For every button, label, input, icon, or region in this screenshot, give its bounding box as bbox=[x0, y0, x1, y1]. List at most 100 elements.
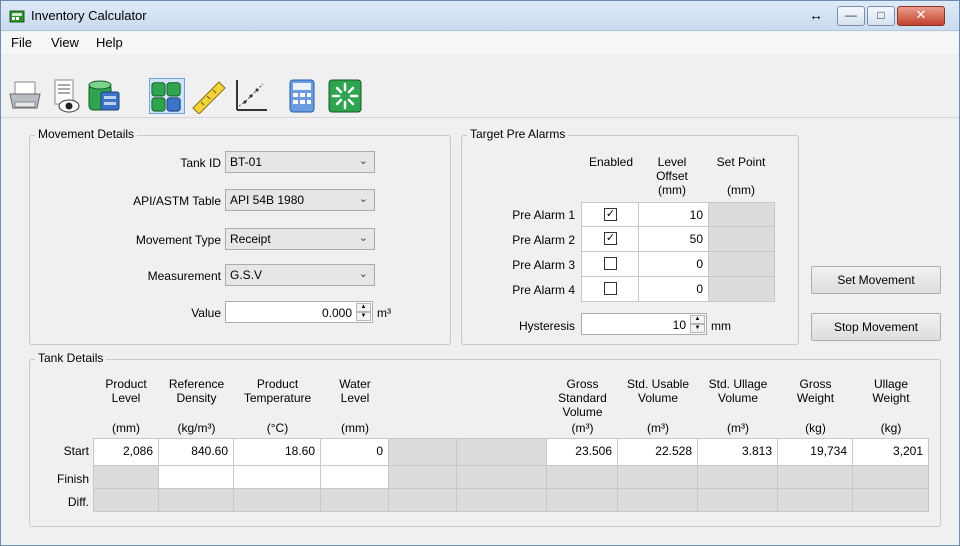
value-input[interactable]: 0.000 bbox=[322, 306, 352, 320]
ruler-icon[interactable] bbox=[191, 78, 227, 115]
pre-alarm-offset-value: 0 bbox=[696, 257, 703, 271]
minimize-button[interactable]: — bbox=[837, 6, 865, 26]
tank-id-label: Tank ID bbox=[180, 156, 221, 170]
tank-table-cell bbox=[778, 489, 853, 512]
tank-table-cell bbox=[234, 489, 321, 512]
calculator-icon[interactable] bbox=[285, 78, 321, 114]
pre-alarm-offset-cell[interactable]: 50 bbox=[639, 227, 709, 252]
pre-alarm-offset-cell[interactable]: 0 bbox=[639, 277, 709, 302]
tank-table-cell bbox=[457, 438, 547, 466]
value-spinner[interactable]: 0.000 ▲ ▼ bbox=[225, 301, 373, 323]
pre-alarm-offset-cell[interactable]: 0 bbox=[639, 252, 709, 277]
app-window: Inventory Calculator ↔ — □ ✕ File View H… bbox=[0, 0, 960, 546]
tank-table-cell[interactable]: 19,734 bbox=[778, 438, 853, 466]
tank-table-cell bbox=[698, 489, 778, 512]
pre-alarm-enabled-checkbox[interactable] bbox=[604, 257, 617, 270]
tank-icon[interactable] bbox=[85, 78, 121, 114]
pre-alarm-enabled-checkbox[interactable]: ✓ bbox=[604, 208, 617, 221]
tank-table-cell bbox=[389, 466, 457, 489]
close-icon: ✕ bbox=[915, 7, 927, 22]
menu-view[interactable]: View bbox=[51, 35, 79, 50]
tank-column-unit: (mm) bbox=[112, 421, 140, 435]
tank-column-header: Std. Ullage Volume bbox=[708, 377, 768, 405]
tank-table-cell[interactable]: 3.813 bbox=[698, 438, 778, 466]
pre-alarm-enabled-cell[interactable] bbox=[581, 252, 639, 277]
tank-table-value: 3,201 bbox=[892, 444, 923, 458]
tank-table-value: 18.60 bbox=[284, 444, 315, 458]
menu-bar: File View Help bbox=[1, 32, 959, 54]
menu-help[interactable]: Help bbox=[96, 35, 123, 50]
movement-type-value: Receipt bbox=[230, 232, 271, 246]
set-movement-button[interactable]: Set Movement bbox=[811, 266, 941, 294]
value-unit: m³ bbox=[377, 306, 391, 320]
stop-movement-button[interactable]: Stop Movement bbox=[811, 313, 941, 341]
spin-down-icon[interactable]: ▼ bbox=[690, 324, 705, 333]
tank-table-cell bbox=[853, 466, 929, 489]
tank-table-cell[interactable]: 840.60 bbox=[159, 438, 234, 466]
tank-table-cell bbox=[778, 466, 853, 489]
tank-table-cell[interactable] bbox=[159, 466, 234, 489]
measurement-select[interactable]: G.S.V ⌄ bbox=[225, 264, 375, 286]
chart-icon[interactable] bbox=[233, 78, 269, 114]
tank-table-cell[interactable] bbox=[321, 466, 389, 489]
pre-alarm-setpoint-cell bbox=[709, 202, 775, 227]
tank-column-unit: (kg) bbox=[805, 421, 826, 435]
tank-column-header: Water Level bbox=[339, 377, 371, 405]
title-bar[interactable]: Inventory Calculator ↔ — □ ✕ bbox=[1, 1, 959, 31]
hysteresis-spinner[interactable]: 10 ▲ ▼ bbox=[581, 313, 707, 335]
target-pre-alarms-label: Target Pre Alarms bbox=[467, 127, 569, 141]
pre-alarm-enabled-cell[interactable]: ✓ bbox=[581, 227, 639, 252]
pre-alarm-enabled-checkbox[interactable]: ✓ bbox=[604, 232, 617, 245]
value-label: Value bbox=[191, 306, 221, 320]
tank-column-unit: (°C) bbox=[266, 421, 289, 435]
tank-table-cell[interactable]: 18.60 bbox=[234, 438, 321, 466]
spin-up-icon[interactable]: ▲ bbox=[356, 303, 371, 312]
menu-file[interactable]: File bbox=[11, 35, 32, 50]
tank-column-header: Product Temperature bbox=[243, 377, 312, 405]
tank-table-cell[interactable]: 23.506 bbox=[547, 438, 618, 466]
movement-type-label: Movement Type bbox=[135, 233, 221, 247]
tank-table-cell[interactable] bbox=[234, 466, 321, 489]
col-level-offset: Level Offset (mm) bbox=[656, 155, 688, 197]
tank-column-unit: (m³) bbox=[727, 421, 749, 435]
resize-icon[interactable]: ↔ bbox=[809, 7, 823, 23]
printer-icon[interactable] bbox=[7, 78, 43, 114]
movement-details-label: Movement Details bbox=[35, 127, 138, 141]
pre-alarm-enabled-checkbox[interactable] bbox=[604, 282, 617, 295]
movement-type-select[interactable]: Receipt ⌄ bbox=[225, 228, 375, 250]
close-button[interactable]: ✕ bbox=[897, 6, 945, 26]
api-table-value: API 54B 1980 bbox=[230, 193, 305, 207]
tank-table-cell[interactable]: 3,201 bbox=[853, 438, 929, 466]
spin-down-icon[interactable]: ▼ bbox=[356, 312, 371, 321]
api-table-select[interactable]: API 54B 1980 ⌄ bbox=[225, 189, 375, 211]
view-report-icon[interactable] bbox=[47, 78, 83, 114]
tank-table-value: 19,734 bbox=[810, 444, 847, 458]
tank-table-cell bbox=[853, 489, 929, 512]
pre-alarm-setpoint-cell bbox=[709, 252, 775, 277]
tank-table-value: 2,086 bbox=[122, 444, 153, 458]
spin-up-icon[interactable]: ▲ bbox=[690, 315, 705, 324]
tank-table-cell bbox=[93, 466, 159, 489]
tank-column-unit: (kg) bbox=[880, 421, 902, 435]
refresh-icon[interactable] bbox=[327, 78, 363, 114]
tanks-icon[interactable] bbox=[149, 78, 185, 114]
tank-id-select[interactable]: BT-01 ⌄ bbox=[225, 151, 375, 173]
api-table-label: API/ASTM Table bbox=[133, 194, 221, 208]
chevron-down-icon: ⌄ bbox=[358, 268, 368, 280]
tank-column-header: Std. Usable Volume bbox=[626, 377, 690, 405]
tank-table-cell[interactable]: 2,086 bbox=[93, 438, 159, 466]
pre-alarm-enabled-cell[interactable] bbox=[581, 277, 639, 302]
minimize-icon: — bbox=[845, 8, 857, 22]
chevron-down-icon: ⌄ bbox=[358, 193, 368, 205]
tank-table-value: 0 bbox=[376, 444, 383, 458]
hysteresis-input[interactable]: 10 bbox=[673, 318, 686, 332]
pre-alarm-offset-cell[interactable]: 10 bbox=[639, 202, 709, 227]
tank-table-cell bbox=[457, 489, 547, 512]
tank-table-cell[interactable]: 22.528 bbox=[618, 438, 698, 466]
maximize-button[interactable]: □ bbox=[867, 6, 895, 26]
tank-column-header: Product Level bbox=[105, 377, 147, 405]
pre-alarm-label: Pre Alarm 1 bbox=[512, 208, 575, 222]
tank-table-cell[interactable]: 0 bbox=[321, 438, 389, 466]
pre-alarm-enabled-cell[interactable]: ✓ bbox=[581, 202, 639, 227]
maximize-icon: □ bbox=[877, 8, 885, 22]
